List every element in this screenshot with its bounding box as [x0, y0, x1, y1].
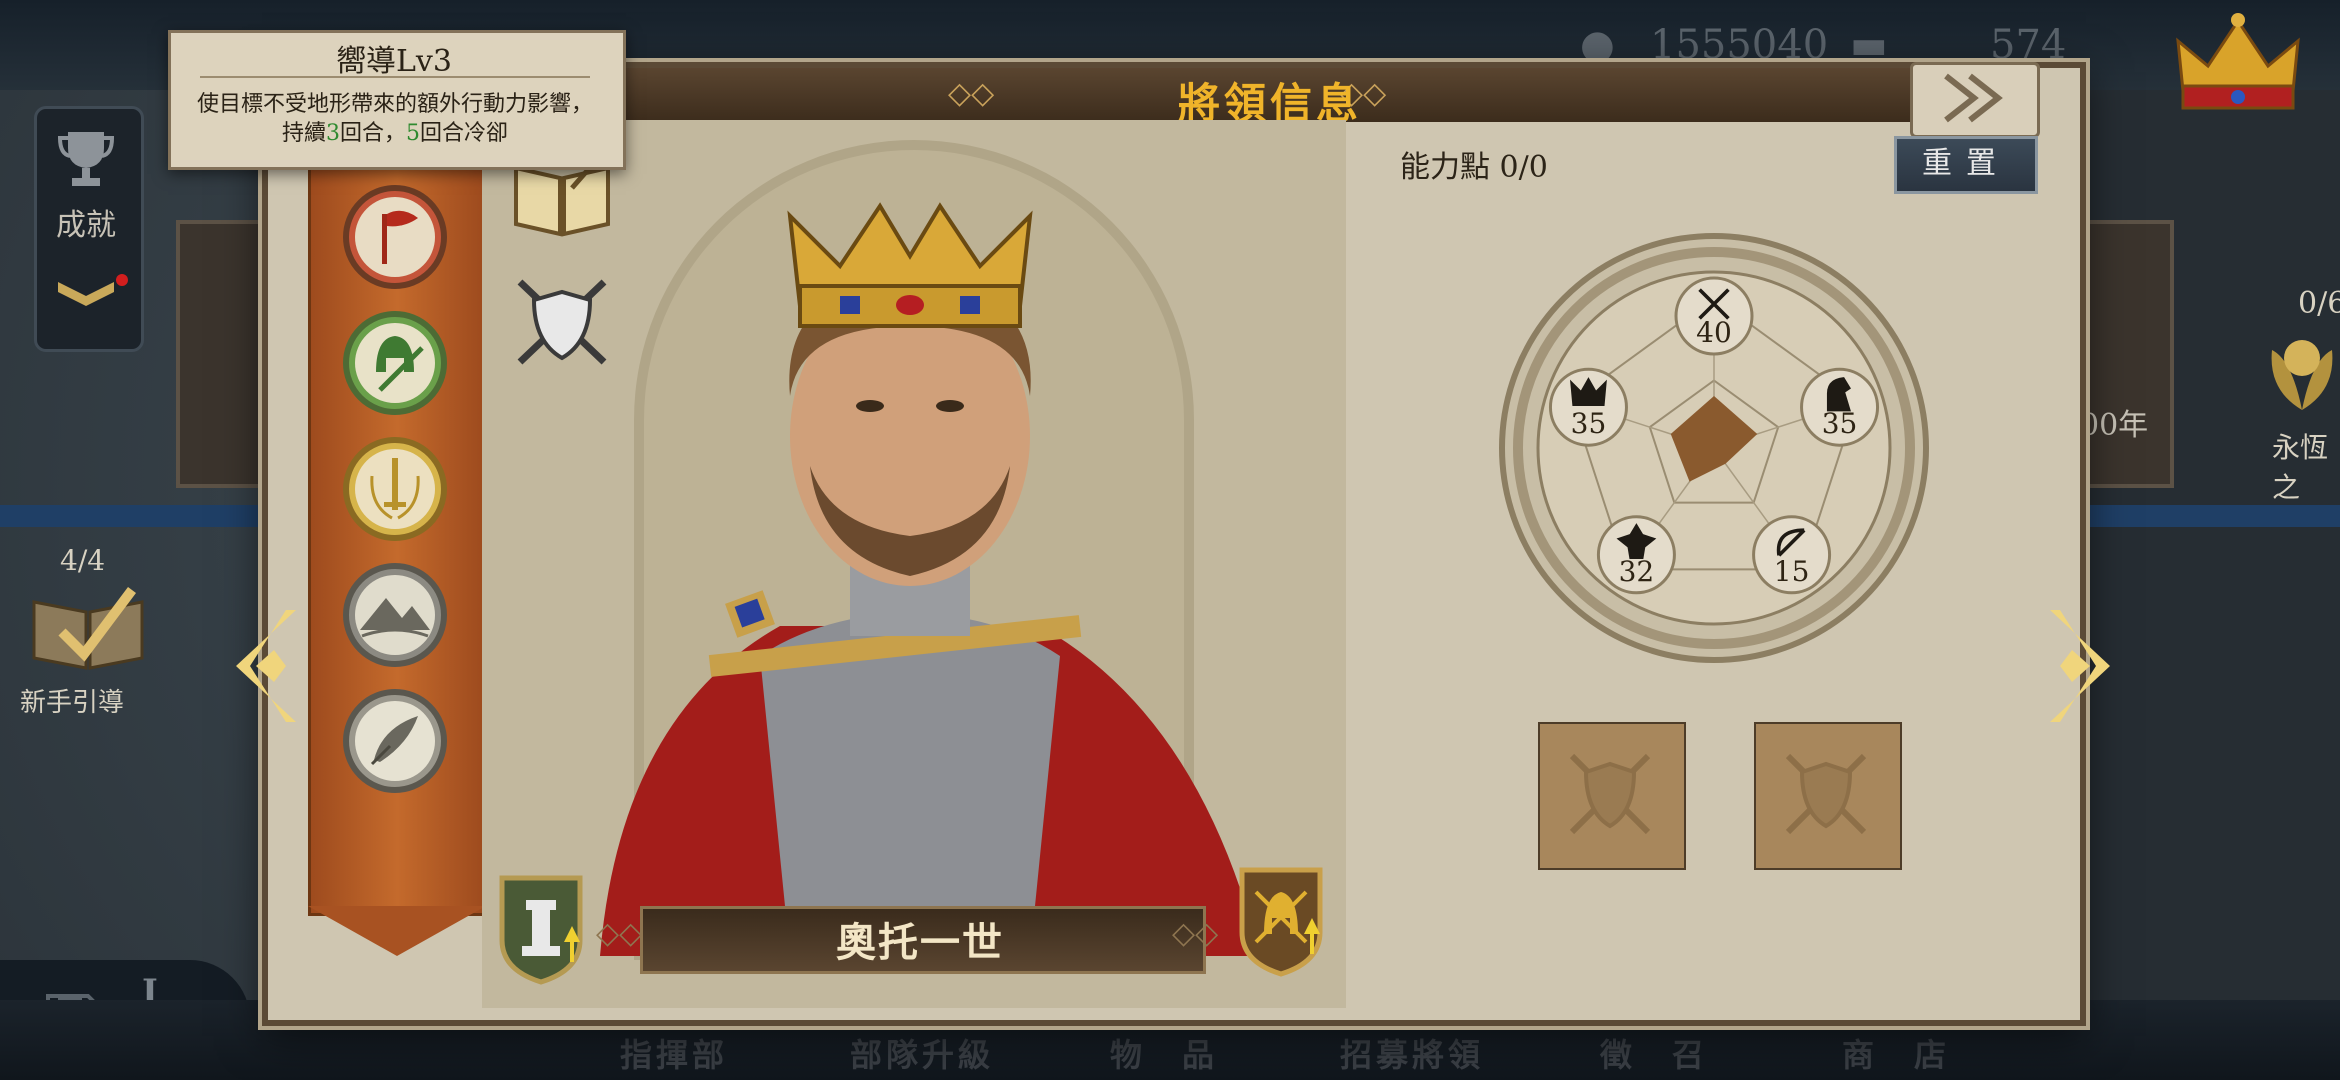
- eternal-laurel-icon[interactable]: [2262, 320, 2340, 420]
- stat-value-cavalry: 35: [1822, 407, 1858, 440]
- right-count: 0/6: [2298, 286, 2340, 321]
- notification-dot: [116, 274, 128, 286]
- guide-count: 4/4: [60, 544, 106, 577]
- name-ornament-left: ◇◇: [596, 916, 643, 951]
- tab-unit-upgrade[interactable]: 部隊升級: [850, 1030, 994, 1076]
- tooltip-desc-after: 回合冷卻: [420, 121, 509, 146]
- stat-value-leadership: 35: [1571, 407, 1607, 440]
- tooltip-divider: [200, 76, 590, 78]
- stat-value-attack: 40: [1696, 316, 1732, 349]
- next-general-arrow[interactable]: [2040, 606, 2120, 755]
- general-portrait: [600, 202, 1260, 956]
- tab-items[interactable]: 物 品: [1110, 1030, 1218, 1076]
- stat-value-archery: 15: [1774, 555, 1810, 588]
- previous-general-arrow[interactable]: [226, 606, 306, 755]
- close-arrow-icon: [1944, 73, 2003, 123]
- spartan-helmet-icon[interactable]: [342, 310, 448, 416]
- quill-scroll-icon[interactable]: [342, 688, 448, 794]
- shield-placeholder-icon: [1569, 753, 1651, 835]
- knight-horse-icon: [1826, 377, 1851, 412]
- reset-button[interactable]: 重置: [1894, 136, 2038, 194]
- title-ornament-left: ◇◇: [948, 76, 995, 111]
- right-label: 永恆之: [2272, 431, 2329, 504]
- guide-label: 新手引導: [20, 688, 125, 718]
- tab-command[interactable]: 指揮部: [620, 1030, 728, 1076]
- general-name: 奧托一世: [836, 919, 1004, 966]
- sword-laurel-icon[interactable]: [342, 436, 448, 542]
- stats-radar: 40 35 15 32 35: [1499, 233, 1929, 663]
- card-year-text: 00年: [2080, 408, 2149, 443]
- achievement-label: 成就: [56, 208, 116, 243]
- tab-conscript[interactable]: 徵 召: [1600, 1030, 1708, 1076]
- mountains-icon[interactable]: [342, 562, 448, 668]
- shield-placeholder-icon: [1785, 753, 1867, 835]
- background-card-left: [176, 220, 274, 488]
- helmet-rank-badge-icon[interactable]: [1236, 862, 1326, 978]
- tab-shop[interactable]: 商 店: [1842, 1030, 1950, 1076]
- background-card-right: [2076, 220, 2174, 488]
- stat-value-infantry: 32: [1619, 555, 1655, 588]
- chevron-expand-icon[interactable]: [54, 276, 118, 316]
- tooltip-description: 使目標不受地形帶來的額外行動力影響，持續3回合，5回合冷卻: [190, 90, 600, 148]
- chess-rook-badge-icon[interactable]: [496, 870, 586, 986]
- tooltip-title: 嚮導Lv3: [336, 44, 452, 79]
- tooltip-cooldown: 5: [406, 121, 420, 146]
- trophy-icon: [58, 132, 114, 186]
- guide-book-icon[interactable]: [28, 582, 148, 672]
- red-flag-icon[interactable]: [342, 184, 448, 290]
- tooltip-duration: 3: [325, 121, 340, 146]
- crown-icon[interactable]: [2168, 6, 2308, 116]
- ability-points: 能力點 0/0: [1400, 150, 1548, 185]
- tooltip-desc-mid: 回合，: [339, 121, 406, 146]
- tab-recruit-generals[interactable]: 招募將領: [1340, 1030, 1484, 1076]
- skill-column-tip: [308, 906, 486, 956]
